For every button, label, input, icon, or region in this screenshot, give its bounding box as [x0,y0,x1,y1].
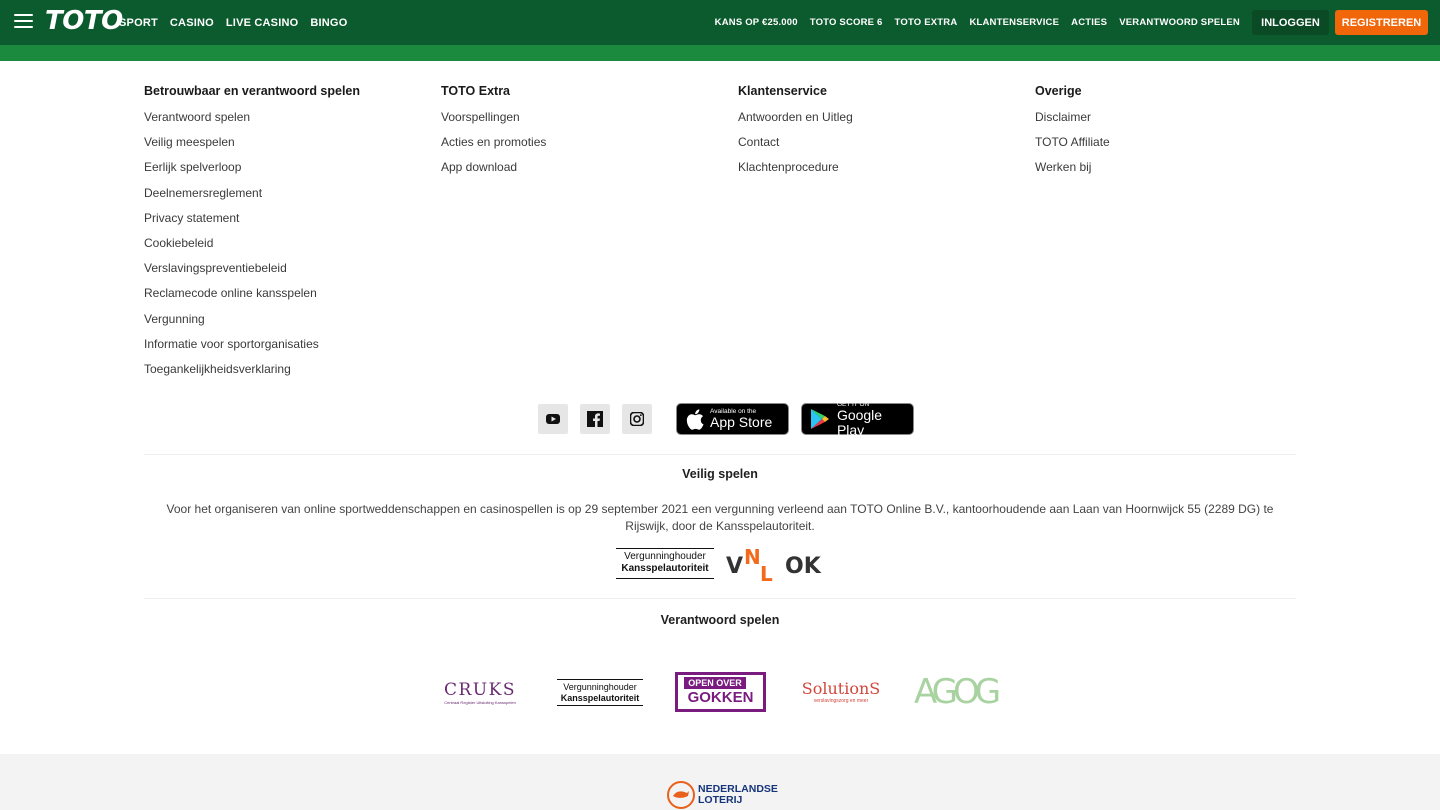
footer-column-klantenservice: Klantenservice Antwoorden en Uitleg Cont… [738,84,1035,387]
nav-kans-op[interactable]: KANS OP €25.000 [715,17,798,28]
license-text: Voor het organiseren van online sportwed… [166,502,1274,533]
nederlandse-loterij-logo[interactable]: NEDERLANDSE LOTERIJ [667,780,779,810]
secondary-nav: KANS OP €25.000 TOTO SCORE 6 TOTO EXTRA … [715,0,1240,45]
open-over-gokken-logo[interactable]: OPEN OVER GOKKEN [675,672,766,712]
vnlok-logo[interactable]: V N L OK [726,545,826,586]
open-over-text: OPEN OVER [684,677,746,689]
footer-link[interactable]: Voorspellingen [441,110,738,135]
column-title: Overige [1035,84,1082,98]
column-title: Klantenservice [738,84,827,98]
svg-text:N: N [744,545,761,569]
solutions-logo-subtext: verslavingszorg en meer [813,698,869,704]
nav-casino[interactable]: CASINO [170,17,214,29]
bottom-bar: NEDERLANDSE LOTERIJ [0,754,1440,810]
ksa-line1: Vergunninghouder [624,551,706,562]
nav-verantwoord-spelen[interactable]: VERANTWOORD SPELEN [1119,17,1240,28]
svg-text:OK: OK [785,554,822,579]
ksa-small-line1: Vergunninghouder [563,682,637,692]
footer-link[interactable]: Acties en promoties [441,135,738,160]
toto-logo[interactable]: TOTO [45,6,123,36]
cruks-logo[interactable]: CRUKS Centraal Register Uitsluiting Kans… [438,680,522,708]
footer-link[interactable]: Werken bij [1035,160,1332,185]
svg-text:V: V [726,554,743,579]
loterij-line2: LOTERIJ [698,794,743,806]
svg-text:L: L [760,562,773,585]
safe-play-title: Veilig spelen [682,467,758,481]
ksa-license-logo-small[interactable]: Vergunninghouder Kansspelautoriteit [557,679,643,706]
footer-link[interactable]: Toegankelijkheidsverklaring [144,362,441,387]
column-title: Betrouwbaar en verantwoord spelen [144,84,361,98]
footer-column-overige: Overige Disclaimer TOTO Affiliate Werken… [1035,84,1332,387]
nav-sport[interactable]: SPORT [119,17,158,29]
nav-bingo[interactable]: BINGO [310,17,347,29]
nav-toto-score-6[interactable]: TOTO SCORE 6 [810,17,883,28]
footer-link[interactable]: Disclaimer [1035,110,1332,135]
cruks-logo-subtext: Centraal Register Uitsluiting Kansspelen [444,700,516,705]
footer-link[interactable]: Cookiebeleid [144,236,441,261]
footer-column-toto-extra: TOTO Extra Voorspellingen Acties en prom… [441,84,738,387]
footer-link[interactable]: Verslavingspreventiebeleid [144,261,441,286]
footer-link[interactable]: Antwoorden en Uitleg [738,110,1035,135]
nav-klantenservice[interactable]: KLANTENSERVICE [969,17,1059,28]
footer-link[interactable]: Contact [738,135,1035,160]
main-nav: SPORT CASINO LIVE CASINO BINGO [119,0,347,45]
solutions-logo-text: SolutionS [801,679,881,698]
app-store-label: App Store [710,414,773,430]
footer-link[interactable]: Deelnemersreglement [144,186,441,211]
footer-link[interactable]: Vergunning [144,312,441,337]
nav-toto-extra[interactable]: TOTO EXTRA [895,17,958,28]
footer-link[interactable]: Reclamecode online kansspelen [144,286,441,311]
hamburger-menu-icon[interactable] [14,14,33,28]
nav-live-casino[interactable]: LIVE CASINO [226,17,299,29]
divider [144,454,1296,455]
facebook-icon[interactable] [580,404,610,434]
register-button[interactable]: REGISTREREN [1335,10,1428,35]
loterij-lion-icon [667,781,695,809]
ksa-license-logo[interactable]: Vergunninghouder Kansspelautoriteit [616,548,714,579]
apple-icon [686,408,704,430]
gokken-text: GOKKEN [687,689,754,706]
login-button[interactable]: INLOGGEN [1252,10,1329,35]
divider [144,598,1296,599]
footer-link[interactable]: App download [441,160,738,185]
footer-link[interactable]: Veilig meespelen [144,135,441,160]
ksa-small-line2: Kansspelautoriteit [560,693,640,703]
app-store-button[interactable]: Available on the App Store [676,403,789,435]
header-sub-bar [0,45,1440,61]
solutions-logo[interactable]: SolutionS verslavingszorg en meer [795,680,887,706]
footer-link[interactable]: Eerlijk spelverloop [144,160,441,185]
responsible-play-title: Verantwoord spelen [660,613,780,627]
footer-link[interactable]: Informatie voor sportorganisaties [144,337,441,362]
footer-columns: Betrouwbaar en verantwoord spelen Verant… [144,84,1344,387]
nav-acties[interactable]: ACTIES [1071,17,1107,28]
footer-link[interactable]: Klachtenprocedure [738,160,1035,185]
footer-link[interactable]: TOTO Affiliate [1035,135,1332,160]
cruks-logo-text: CRUKS [444,680,516,700]
footer-link[interactable]: Privacy statement [144,211,441,236]
top-navigation-bar: TOTO SPORT CASINO LIVE CASINO BINGO KANS… [0,0,1440,45]
google-play-label: Google Play [836,406,883,438]
agog-logo[interactable]: AGOG [914,672,1006,712]
google-play-icon [810,409,829,429]
youtube-icon[interactable] [538,404,568,434]
ksa-line2: Kansspelautoriteit [621,563,709,574]
google-play-button[interactable]: GET IT ON Google Play [801,401,914,438]
footer-column-betrouwbaar: Betrouwbaar en verantwoord spelen Verant… [144,84,441,387]
instagram-icon[interactable] [622,404,652,434]
column-title: TOTO Extra [441,84,511,98]
footer-link[interactable]: Verantwoord spelen [144,110,441,135]
